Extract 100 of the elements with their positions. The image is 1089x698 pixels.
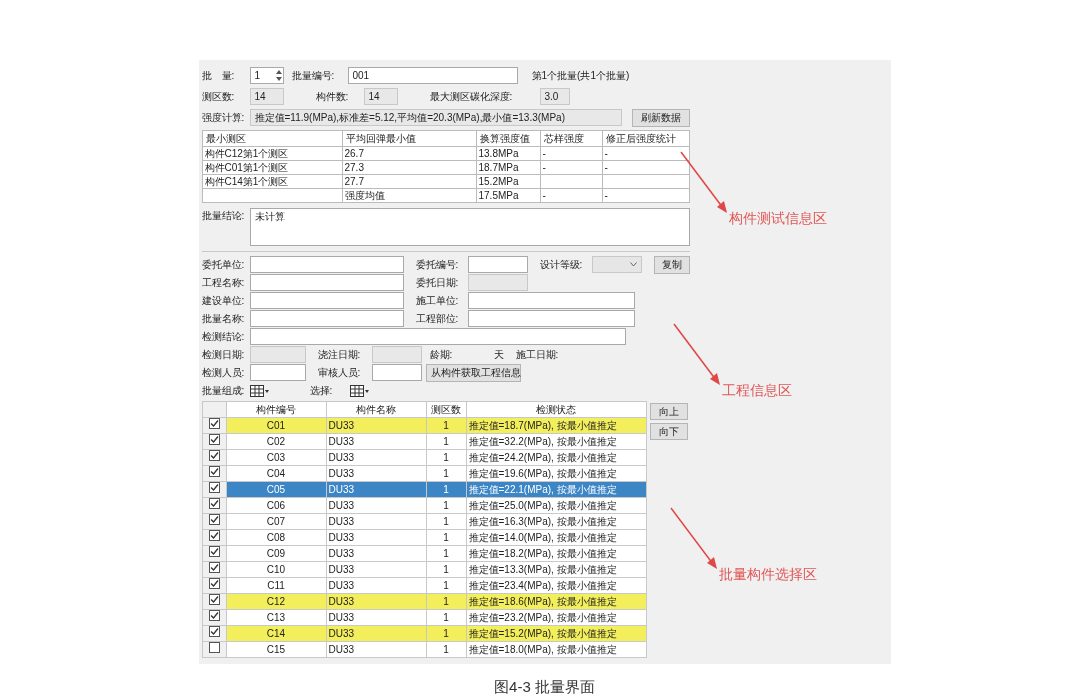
table-cell: DU33 (328, 579, 355, 591)
number-spinner[interactable]: 1 (249, 67, 284, 84)
table-cell: 17.5MPa (478, 189, 519, 201)
column-header: 测区数 (426, 401, 466, 418)
checked-checkbox-icon[interactable] (208, 562, 220, 573)
text-field[interactable] (249, 364, 306, 381)
table-cell: - (604, 189, 608, 201)
field-label: 批量名称: (201, 312, 246, 326)
field-label: 强度计算: (201, 111, 246, 125)
table-cell: DU33 (328, 515, 355, 527)
field-label: 批量编号: (291, 69, 336, 83)
field-label: 委托编号: (415, 258, 460, 272)
table-cell: 推定值=23.4(MPa), 按最小值推定 (468, 579, 617, 591)
action-button[interactable]: 从构件获取工程信息 (425, 363, 521, 382)
table-cell: 1 (443, 611, 449, 623)
table-cell: DU33 (328, 563, 355, 575)
field-label: 批量组成: (201, 384, 246, 398)
action-button[interactable]: 刷新数据 (631, 108, 690, 127)
dropdown-field[interactable] (591, 256, 642, 273)
readonly-field[interactable] (467, 274, 528, 291)
annotation-arrow (671, 322, 722, 386)
readonly-field[interactable]: 3.0 (539, 88, 570, 105)
table-cell: 1 (443, 627, 449, 639)
field-label: 检测人员: (201, 366, 246, 380)
field-label: 工程名称: (201, 276, 246, 290)
table-cell: 推定值=18.6(MPa), 按最小值推定 (468, 595, 617, 607)
table-cell: 1 (443, 579, 449, 591)
checked-checkbox-icon[interactable] (208, 482, 220, 493)
table-cell: DU33 (328, 627, 355, 639)
table-cell: 推定值=13.3(MPa), 按最小值推定 (468, 563, 617, 575)
text-field[interactable] (467, 256, 528, 273)
table-cell: DU33 (328, 483, 355, 495)
grid-dropdown-button[interactable] (249, 383, 270, 398)
checked-checkbox-icon[interactable] (208, 546, 220, 557)
table-cell: 1 (443, 451, 449, 463)
table-cell: DU33 (328, 499, 355, 511)
checked-checkbox-icon[interactable] (208, 466, 220, 477)
checked-checkbox-icon[interactable] (208, 626, 220, 637)
move-down-button[interactable]: 向下 (649, 423, 688, 440)
text-field[interactable] (249, 292, 404, 309)
table-cell: 推定值=19.6(MPa), 按最小值推定 (468, 467, 617, 479)
table-cell: - (604, 161, 608, 173)
text-field[interactable] (467, 310, 635, 327)
unchecked-checkbox-icon[interactable] (208, 642, 220, 653)
checked-checkbox-icon[interactable] (208, 450, 220, 461)
table-cell: 27.7 (344, 175, 364, 187)
checked-checkbox-icon[interactable] (208, 434, 220, 445)
checked-checkbox-icon[interactable] (208, 418, 220, 429)
table-cell: C08 (266, 531, 286, 543)
table-cell: 1 (443, 499, 449, 511)
annotation-label: 工程信息区 (721, 381, 792, 400)
table-cell: DU33 (328, 611, 355, 623)
table-cell: 推定值=18.2(MPa), 按最小值推定 (468, 547, 617, 559)
table-cell: C04 (266, 467, 286, 479)
text-field[interactable] (467, 292, 635, 309)
table-cell: 1 (443, 643, 449, 655)
grid-dropdown-button[interactable] (349, 383, 370, 398)
readonly-field[interactable]: 14 (249, 88, 284, 105)
column-header: 检测状态 (466, 401, 646, 418)
checked-checkbox-icon[interactable] (208, 578, 220, 589)
table-cell: 1 (443, 547, 449, 559)
table-cell: 15.2MPa (478, 175, 519, 187)
text-field[interactable] (249, 274, 404, 291)
readonly-field[interactable] (249, 346, 306, 363)
column-header: 换算强度值 (476, 130, 540, 147)
field-label: 委托单位: (201, 258, 246, 272)
table-cell: 推定值=15.2(MPa), 按最小值推定 (468, 627, 617, 639)
table-cell: DU33 (328, 643, 355, 655)
text-field[interactable] (249, 328, 626, 345)
table-cell: 构件C12第1个测区 (204, 147, 289, 159)
readonly-field[interactable]: 14 (363, 88, 398, 105)
table-cell: 构件C01第1个测区 (204, 161, 289, 173)
readonly-field[interactable]: 推定值=11.9(MPa),标准差=5.12,平均值=20.3(MPa),最小值=13.3(MPa) (249, 109, 622, 126)
table-cell: DU33 (328, 435, 355, 447)
checked-checkbox-icon[interactable] (208, 514, 220, 525)
action-button[interactable]: 复制 (653, 255, 690, 274)
checked-checkbox-icon[interactable] (208, 530, 220, 541)
table-cell: 构件C14第1个测区 (204, 175, 289, 187)
column-header: 修正后强度统计 (602, 130, 689, 147)
table-cell: C05 (266, 483, 286, 495)
checked-checkbox-icon[interactable] (208, 594, 220, 605)
table-cell: C07 (266, 515, 286, 527)
table-cell: 27.3 (344, 161, 364, 173)
checked-checkbox-icon[interactable] (208, 498, 220, 509)
text-field[interactable] (249, 310, 404, 327)
field-label: 浇注日期: (317, 348, 362, 362)
conclusion-textarea[interactable]: 未计算 (249, 208, 690, 246)
checked-checkbox-icon[interactable] (208, 610, 220, 621)
column-header: 最小测区 (202, 130, 342, 147)
table-cell: 1 (443, 531, 449, 543)
text-field[interactable] (371, 364, 422, 381)
annotation-label: 构件测试信息区 (728, 209, 827, 228)
move-up-button[interactable]: 向上 (649, 403, 688, 420)
table-cell: DU33 (328, 547, 355, 559)
text-field[interactable]: 001 (347, 67, 518, 84)
table-cell: 强度均值 (344, 189, 385, 201)
readonly-field[interactable] (371, 346, 422, 363)
text-field[interactable] (249, 256, 404, 273)
field-label: 委托日期: (415, 276, 460, 290)
table-cell: 1 (443, 483, 449, 495)
